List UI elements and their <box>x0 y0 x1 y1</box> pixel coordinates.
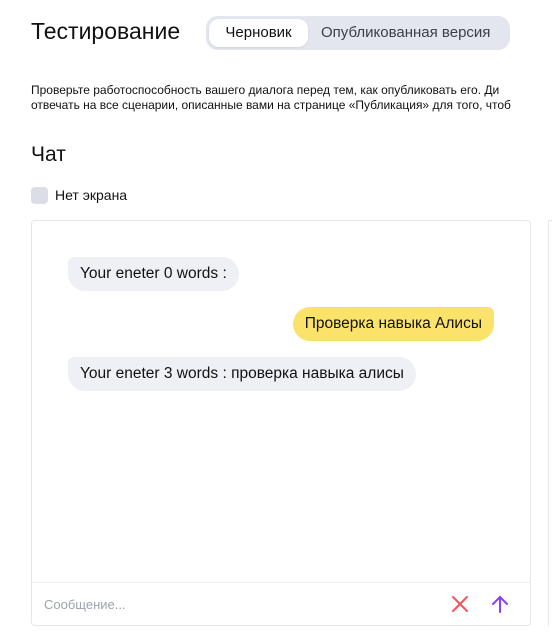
page-description: Проверьте работоспособность вашего диало… <box>31 83 552 113</box>
page-title: Тестирование <box>31 18 181 44</box>
chat-message-bot: Your eneter 3 words : проверка навыка ал… <box>68 357 416 391</box>
message-input[interactable] <box>32 583 432 625</box>
tab-draft[interactable]: Черновик <box>209 19 308 47</box>
no-screen-checkbox-row[interactable]: Нет экрана <box>31 185 127 205</box>
no-screen-label: Нет экрана <box>55 187 128 203</box>
close-icon <box>452 596 468 612</box>
version-switch: Черновик Опубликованная версия <box>206 16 510 50</box>
send-button[interactable] <box>488 592 512 616</box>
chat-composer <box>32 582 530 625</box>
chat-message-user: Проверка навыка Алисы <box>292 307 494 341</box>
tab-published-version[interactable]: Опубликованная версия <box>321 19 490 47</box>
description-line-2: отвечать на все сценарии, описанные вами… <box>31 98 511 112</box>
adjacent-panel-edge <box>548 220 552 626</box>
description-line-1: Проверьте работоспособность вашего диало… <box>31 83 500 97</box>
clear-button[interactable] <box>448 592 472 616</box>
chat-panel: Your eneter 0 words : Проверка навыка Ал… <box>31 220 531 626</box>
chat-section-title: Чат <box>31 143 66 166</box>
arrow-up-icon <box>492 596 508 613</box>
no-screen-checkbox[interactable] <box>31 186 48 204</box>
testing-page: Тестирование Черновик Опубликованная вер… <box>0 0 552 634</box>
chat-message-bot: Your eneter 0 words : <box>68 257 239 291</box>
